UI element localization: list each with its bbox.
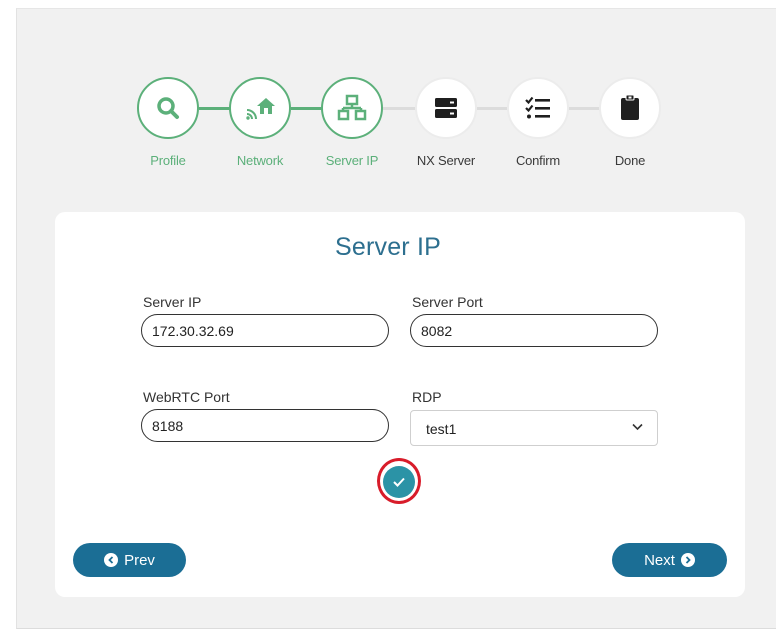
step-connector-5 [569,107,601,110]
step-connector-4 [477,107,509,110]
step-confirm [507,77,569,139]
server-network-icon [337,94,367,121]
step-label-network: Network [236,153,284,168]
server-port-label: Server Port [412,294,483,310]
clipboard-icon [621,94,639,120]
next-button[interactable]: Next [612,543,727,577]
arrow-right-circle-icon [680,553,695,567]
step-nx-server [415,77,477,139]
server-port-input[interactable] [410,314,658,347]
magnifier-icon [157,97,179,119]
step-label-server-ip: Server IP [325,153,379,168]
rdp-label: RDP [412,389,442,405]
checklist-icon [525,96,550,119]
server-ip-input[interactable] [141,314,389,347]
step-server-ip [321,77,383,139]
step-connector-3 [383,107,417,110]
step-profile [137,77,199,139]
step-label-profile: Profile [150,153,186,168]
step-label-done: Done [614,153,646,168]
server-icon [435,98,457,118]
next-button-label: Next [644,551,675,569]
page-title: Server IP [335,233,441,261]
webrtc-port-input[interactable] [141,409,389,442]
step-done [599,77,661,139]
step-connector-1 [199,107,231,110]
webrtc-port-label: WebRTC Port [143,389,230,405]
server-ip-label: Server IP [143,294,202,310]
check-icon [393,477,405,487]
rdp-select[interactable]: test1 [410,410,658,446]
arrow-left-circle-icon [104,553,119,567]
step-connector-2 [291,107,323,110]
prev-button-label: Prev [124,551,155,569]
rdp-selected-value: test1 [426,421,457,437]
step-label-nx-server: NX Server [416,153,476,168]
home-network-icon [246,98,275,120]
chevron-down-icon [632,423,643,431]
step-label-confirm: Confirm [515,153,561,168]
step-network [229,77,291,139]
confirm-check-button[interactable] [383,466,415,498]
prev-button[interactable]: Prev [73,543,186,577]
